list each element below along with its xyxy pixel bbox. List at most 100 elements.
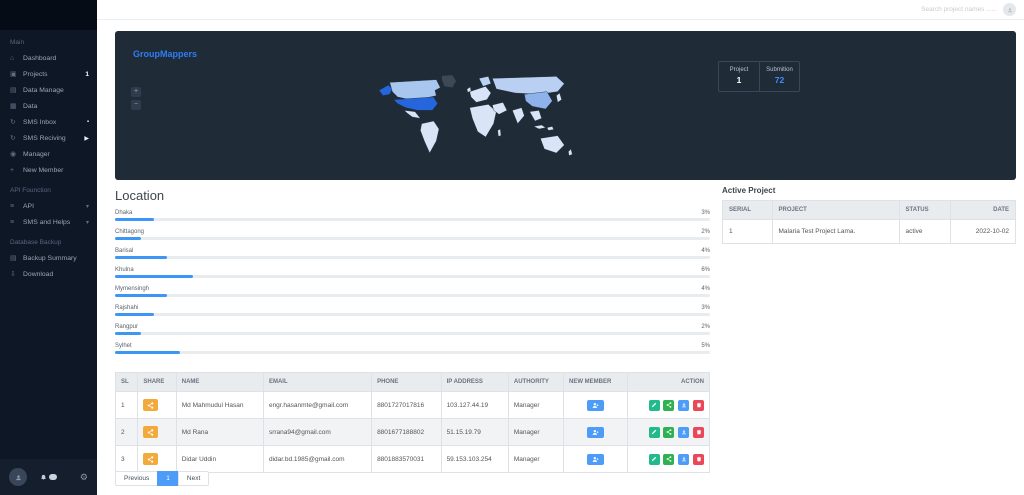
download-button[interactable] (678, 400, 689, 411)
zoom-out-button[interactable]: − (131, 100, 141, 110)
sidebar-item-manager[interactable]: ◉ Manager (0, 146, 97, 162)
bell-icon[interactable] (40, 474, 57, 481)
cell-status: active (899, 220, 950, 244)
settings-gear-icon[interactable]: ⚙ (80, 472, 88, 483)
edit-button[interactable] (649, 427, 660, 438)
map-zoom-controls: + − (131, 87, 141, 113)
cell-phone: 8801677188802 (372, 419, 442, 446)
col-action: ACTION (627, 373, 709, 392)
share-button[interactable] (143, 399, 158, 411)
location-row: Chittagong2% (115, 229, 710, 240)
sidebar-item-new-member[interactable]: + New Member (0, 162, 97, 178)
sidebar-footer: ⚙ (0, 459, 97, 495)
progress-fill (115, 313, 154, 316)
pagination-previous[interactable]: Previous (115, 471, 158, 486)
download-button[interactable] (678, 454, 689, 465)
col-new-member: NEW MEMBER (564, 373, 628, 392)
new-member-button[interactable] (587, 400, 604, 411)
share-icon (666, 402, 672, 408)
sidebar-item-sms-inbox[interactable]: ↻ SMS Inbox ▪ (0, 114, 97, 130)
cell-sl: 2 (116, 419, 138, 446)
profile-avatar[interactable] (1003, 3, 1016, 16)
cell-authority: Manager (508, 446, 563, 473)
notification-badge (49, 474, 57, 480)
pagination-page-1[interactable]: 1 (157, 471, 179, 486)
progress-track (115, 275, 710, 278)
user-avatar[interactable] (9, 468, 27, 486)
col-ip: IP ADDRESS (441, 373, 508, 392)
new-member-button[interactable] (587, 454, 604, 465)
col-project: PROJECT (772, 201, 899, 220)
location-pct: 2% (701, 229, 710, 235)
share-icon (666, 456, 672, 462)
map-country (547, 126, 554, 130)
table-header-row: SERIAL PROJECT STATUS DATE (723, 201, 1016, 220)
map-country (479, 76, 491, 86)
forward-button[interactable] (663, 454, 674, 465)
col-name: NAME (176, 373, 263, 392)
sidebar-item-api[interactable]: ≡ API ▾ (0, 198, 97, 214)
download-icon (681, 429, 687, 435)
edit-button[interactable] (649, 454, 660, 465)
location-pct: 2% (701, 324, 710, 330)
table-header-row: SL SHARE NAME EMAIL PHONE IP ADDRESS AUT… (116, 373, 710, 392)
members-table: SL SHARE NAME EMAIL PHONE IP ADDRESS AUT… (115, 372, 710, 473)
share-button[interactable] (143, 426, 158, 438)
col-email: EMAIL (263, 373, 371, 392)
location-label: Barisal (115, 248, 133, 254)
zoom-in-button[interactable]: + (131, 87, 141, 97)
pencil-icon (651, 456, 657, 462)
sidebar-item-data-manage[interactable]: ▤ Data Manage (0, 82, 97, 98)
trash-icon (696, 402, 702, 408)
map-country (492, 76, 564, 94)
download-button[interactable] (678, 427, 689, 438)
pagination-next[interactable]: Next (178, 471, 209, 486)
sidebar-logo-area (0, 0, 97, 30)
share-button[interactable] (143, 453, 158, 465)
sidebar-item-dashboard[interactable]: ⌂ Dashboard (0, 50, 97, 66)
cell-phone: 8801727017816 (372, 392, 442, 419)
cell-sl: 1 (116, 392, 138, 419)
sidebar-item-projects[interactable]: ▣ Projects 1 (0, 66, 97, 82)
edit-button[interactable] (649, 400, 660, 411)
col-status: STATUS (899, 201, 950, 220)
progress-track (115, 313, 710, 316)
forward-button[interactable] (663, 400, 674, 411)
stat-label: Submition (760, 67, 799, 73)
map-country (556, 93, 561, 102)
cell-name: Md Mahmudul Hasan (176, 392, 263, 419)
cell-phone: 8801883570031 (372, 446, 442, 473)
sidebar-item-backup-summary[interactable]: ▤ Backup Summary (0, 250, 97, 266)
active-project-title: Active Project (722, 186, 1016, 195)
projects-count-badge: 1 (85, 71, 89, 78)
download-icon (681, 402, 687, 408)
location-label: Dhaka (115, 210, 132, 216)
stat-submission: Submition 72 (759, 62, 799, 91)
download-icon (681, 456, 687, 462)
chevron-down-icon: ▾ (86, 219, 89, 226)
sidebar-item-sms-and-helps[interactable]: ≡ SMS and Helps ▾ (0, 214, 97, 230)
delete-button[interactable] (693, 427, 704, 438)
forward-button[interactable] (663, 427, 674, 438)
send-icon: ▶ (84, 135, 89, 142)
share-icon (666, 429, 672, 435)
cell-name: Didar Uddin (176, 446, 263, 473)
sidebar-item-download[interactable]: ⇩ Download (0, 266, 97, 282)
progress-fill (115, 218, 154, 221)
lock-icon: ▪ (87, 119, 89, 125)
sidebar-item-data[interactable]: ▦ Data (0, 98, 97, 114)
location-row: Sylhet5% (115, 343, 710, 354)
cell-date: 2022-10-02 (950, 220, 1015, 244)
sidebar-item-sms-receiving[interactable]: ↻ SMS Reciving ▶ (0, 130, 97, 146)
delete-button[interactable] (693, 454, 704, 465)
world-map[interactable] (340, 73, 610, 173)
location-row: Khulna6% (115, 267, 710, 278)
sidebar-item-label: SMS Reciving (23, 135, 84, 142)
search-input[interactable] (867, 6, 997, 13)
location-label: Mymensingh (115, 286, 149, 292)
map-stats-box: Project 1 Submition 72 (718, 61, 800, 92)
topbar (97, 0, 1024, 20)
map-country (379, 85, 392, 96)
delete-button[interactable] (693, 400, 704, 411)
new-member-button[interactable] (587, 427, 604, 438)
